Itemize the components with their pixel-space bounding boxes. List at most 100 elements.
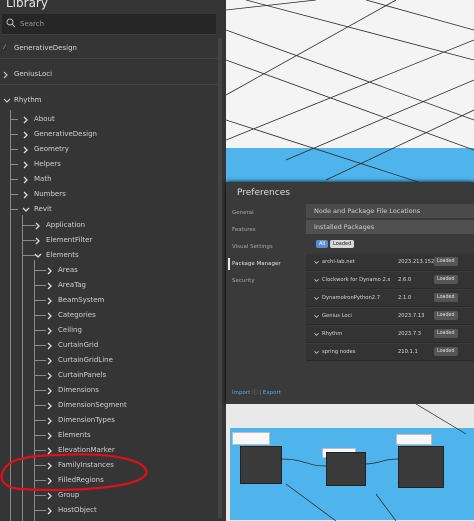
library-item-rhythm[interactable]: Rhythm [0, 90, 222, 110]
nav-features[interactable]: Features [232, 227, 256, 233]
package-version: 2.1.0 [398, 295, 412, 301]
chevron-right-icon [23, 161, 28, 169]
package-row[interactable]: DynamoIronPython2.7 2.1.0 Loaded [306, 290, 474, 307]
tree-item-label: Revit [34, 205, 52, 213]
package-row[interactable]: Genius Loci 2023.7.13 Loaded [306, 308, 474, 325]
tree-item-label: Categories [58, 311, 96, 319]
package-name: archi-lab.net [322, 259, 355, 265]
tree-item-label: DimensionSegment [58, 401, 127, 409]
section-installed-packages[interactable]: Installed Packages [306, 220, 474, 234]
chevron-right-icon [47, 462, 52, 470]
chevron-down-icon [314, 314, 319, 318]
library-item-generativedesign[interactable]: ⁄ GenerativeDesign [0, 38, 222, 59]
nav-general[interactable]: General [232, 210, 254, 216]
tree-item-label: CurtainPanels [58, 371, 107, 379]
tree-item-label: Application [46, 221, 86, 229]
package-status-badge: Loaded [434, 275, 458, 284]
chevron-right-icon [3, 71, 8, 79]
package-name: DynamoIronPython2.7 [322, 295, 380, 301]
library-scrollbar[interactable] [218, 38, 222, 518]
tree-item-label: Ceiling [58, 326, 82, 334]
chevron-right-icon [23, 176, 28, 184]
tree-item-label: ElevationMarker [58, 446, 115, 454]
chevron-down-icon [314, 332, 319, 336]
chevron-down-icon [314, 260, 319, 264]
nav-visual-settings[interactable]: Visual Settings [232, 244, 273, 250]
graph-canvas-lower[interactable] [226, 404, 474, 521]
package-row[interactable]: Clockwork for Dynamo 2.x 2.6.0 Loaded [306, 272, 474, 289]
tree-item-label: CurtainGridLine [58, 356, 113, 364]
library-item-label: GenerativeDesign [14, 44, 77, 52]
package-status-badge: Loaded [434, 329, 458, 338]
wire-lines [279, 404, 467, 521]
package-row[interactable]: Rhythm 2023.7.3 Loaded [306, 326, 474, 343]
library-item-label: GeniusLoci [14, 70, 53, 78]
package-status-badge: Loaded [434, 257, 458, 266]
chevron-right-icon [47, 297, 52, 305]
tree-item-label: Numbers [34, 190, 66, 198]
package-row[interactable]: spring nodes 210.1.1 Loaded [306, 344, 474, 361]
tree-item-label: ElementFilter [46, 236, 93, 244]
tree-item-label: Math [34, 175, 52, 183]
chevron-right-icon [35, 237, 40, 245]
tree-item-label: BeamSystem [58, 296, 105, 304]
import-export-links[interactable]: Import ⓘ | Export [232, 388, 281, 396]
chevron-right-icon [47, 357, 52, 365]
chevron-down-icon [314, 296, 319, 300]
chevron-down-icon [314, 278, 319, 282]
chevron-right-icon [47, 417, 52, 425]
tree-item-label: Group [58, 491, 80, 499]
chevron-right-icon [47, 327, 52, 335]
section-file-locations[interactable]: Node and Package File Locations [306, 204, 474, 218]
package-status-badge: Loaded [434, 293, 458, 302]
search-box[interactable] [2, 14, 216, 35]
tree-item-label: Areas [58, 266, 78, 274]
nav-package-manager[interactable]: Package Manager [232, 261, 281, 267]
library-item-label: Rhythm [14, 96, 42, 104]
package-row[interactable]: archi-lab.net 2023.213.1523 Loaded [306, 254, 474, 271]
tree-item-label: Elements [46, 251, 79, 259]
chevron-right-icon [47, 477, 52, 485]
chevron-right-icon [47, 282, 52, 290]
chevron-right-icon [23, 131, 28, 139]
chevron-right-icon [47, 342, 52, 350]
filter-all[interactable]: All [316, 240, 329, 248]
chevron-right-icon [47, 447, 52, 455]
chevron-right-icon [47, 387, 52, 395]
chevron-down-icon [3, 98, 11, 103]
tree-item-label: FamilyInstances [58, 461, 114, 469]
nav-security[interactable]: Security [232, 278, 255, 284]
chevron-down-icon [314, 350, 319, 354]
package-status-badge: Loaded [434, 347, 458, 356]
tree-item-label: FilledRegions [58, 476, 104, 484]
filter-loaded[interactable]: Loaded [330, 240, 355, 248]
package-manager-panel: Node and Package File Locations Installe… [306, 202, 474, 382]
tree-item-label: Dimensions [58, 386, 99, 394]
chevron-right-icon [23, 116, 28, 124]
package-name: Genius Loci [322, 313, 352, 319]
chevron-right-icon [47, 267, 52, 275]
library-title: Library [6, 0, 48, 10]
tree-item-label: Geometry [34, 145, 69, 153]
search-icon [6, 18, 16, 28]
tree-item-label: Helpers [34, 160, 61, 168]
section-label: Node and Package File Locations [314, 207, 421, 215]
package-name: spring nodes [322, 349, 356, 355]
library-item-geniusloci[interactable]: GeniusLoci [0, 64, 222, 85]
package-version: 2023.7.3 [398, 331, 422, 337]
tree-item-label: AreaTag [58, 281, 86, 289]
chevron-down-icon [22, 207, 30, 212]
package-name: Rhythm [322, 331, 343, 337]
package-status-badge: Loaded [434, 311, 458, 320]
package-version: 2023.213.1523 [398, 259, 438, 265]
search-input[interactable] [20, 17, 210, 31]
tree-item-label: About [34, 115, 55, 123]
package-version: 2023.7.13 [398, 313, 425, 319]
active-nav-marker [228, 258, 230, 270]
package-version: 2.6.0 [398, 277, 412, 283]
library-panel: Library ⁄ GenerativeDesign GeniusLoci Rh… [0, 0, 226, 521]
chevron-down-icon [34, 253, 42, 258]
chevron-right-icon [47, 432, 52, 440]
tree-item-label: CurtainGrid [58, 341, 99, 349]
package-name: Clockwork for Dynamo 2.x [322, 277, 391, 283]
